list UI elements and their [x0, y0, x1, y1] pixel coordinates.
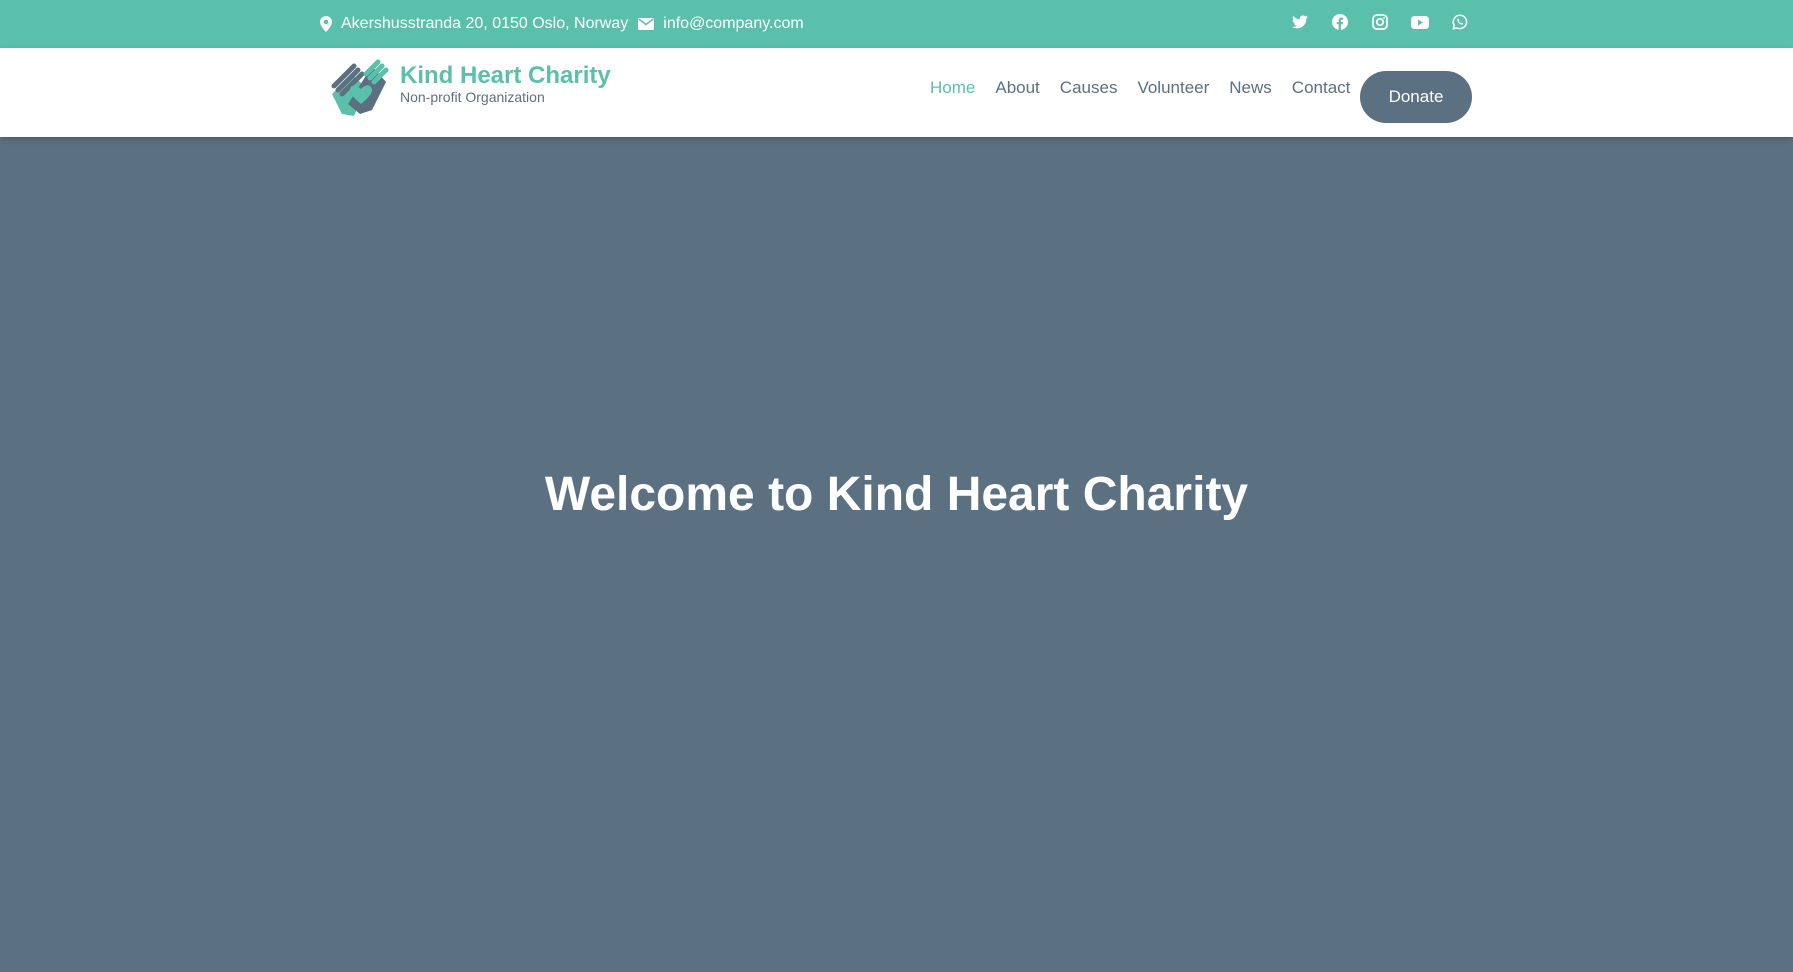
nav-home[interactable]: Home	[930, 78, 975, 98]
address-text: Akershusstranda 20, 0150 Oslo, Norway	[341, 15, 629, 32]
email-link[interactable]: info@company.com	[663, 15, 803, 33]
twitter-icon[interactable]	[1290, 12, 1310, 32]
instagram-icon[interactable]	[1370, 12, 1390, 32]
email-item[interactable]: info@company.com	[638, 15, 804, 33]
contact-info: Akershusstranda 20, 0150 Oslo, Norway in…	[320, 0, 814, 48]
hero-section: Welcome to Kind Heart Charity	[0, 137, 1793, 972]
nav-contact[interactable]: Contact	[1292, 78, 1351, 98]
social-links	[1290, 12, 1470, 32]
youtube-icon[interactable]	[1410, 12, 1430, 32]
nav-volunteer[interactable]: Volunteer	[1137, 78, 1209, 98]
brand-text: Kind Heart Charity Non-profit Organizati…	[400, 63, 611, 106]
hero-title: Welcome to Kind Heart Charity	[544, 468, 1249, 521]
main-navbar: Kind Heart Charity Non-profit Organizati…	[0, 48, 1793, 137]
top-bar: Akershusstranda 20, 0150 Oslo, Norway in…	[0, 0, 1793, 48]
nav-news[interactable]: News	[1229, 78, 1272, 98]
envelope-icon	[638, 18, 663, 30]
address-item: Akershusstranda 20, 0150 Oslo, Norway	[320, 15, 628, 33]
facebook-icon[interactable]	[1330, 12, 1350, 32]
hands-heart-logo	[328, 56, 394, 120]
map-marker-icon	[320, 16, 341, 32]
nav-causes[interactable]: Causes	[1060, 78, 1118, 98]
whatsapp-icon[interactable]	[1450, 12, 1470, 32]
donate-button[interactable]: Donate	[1360, 71, 1472, 123]
brand-name: Kind Heart Charity	[400, 62, 611, 89]
brand[interactable]: Kind Heart Charity Non-profit Organizati…	[328, 56, 611, 120]
nav-menu: Home About Causes Volunteer News Contact	[930, 48, 1370, 137]
nav-about[interactable]: About	[995, 78, 1039, 98]
brand-tagline: Non-profit Organization	[400, 89, 545, 105]
